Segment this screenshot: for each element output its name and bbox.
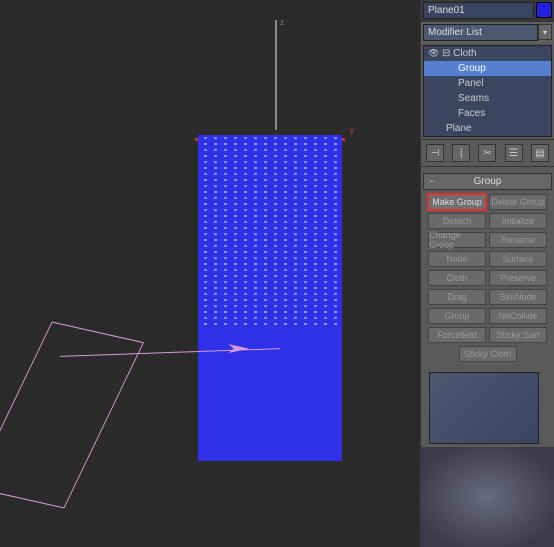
- stack-label: Panel: [458, 78, 484, 89]
- cloth-button[interactable]: Cloth: [428, 270, 486, 286]
- stack-item-faces[interactable]: Faces: [424, 106, 551, 121]
- stack-item-seams[interactable]: Seams: [424, 91, 551, 106]
- stack-label: Group: [458, 63, 486, 74]
- stack-label: Faces: [458, 108, 485, 119]
- stack-item-group[interactable]: Group: [424, 61, 551, 76]
- make-unique-button[interactable]: ✂: [478, 144, 496, 162]
- eye-icon[interactable]: 👁: [428, 48, 439, 59]
- remove-modifier-button[interactable]: ☰: [505, 144, 523, 162]
- stack-label: Cloth: [453, 48, 476, 59]
- forcefield-button[interactable]: Forcefield: [428, 327, 486, 343]
- axis-line-z: [275, 20, 277, 130]
- configure-sets-button[interactable]: ▤: [531, 144, 549, 162]
- detach-button[interactable]: Detach: [428, 213, 486, 229]
- stack-item-plane[interactable]: Plane: [424, 121, 551, 136]
- group-buttons: Make Group Delete Group Detach Initializ…: [423, 190, 552, 366]
- modifier-list-row: Modifier List ▾: [421, 21, 554, 43]
- group-button[interactable]: Group: [428, 308, 486, 324]
- object-color-swatch[interactable]: [536, 2, 552, 18]
- group-rollout: - Group Make Group Delete Group Detach I…: [423, 173, 552, 450]
- stack-toolbar: ⊣ ∣ ✂ ☰ ▤: [421, 139, 554, 167]
- cloth-mesh[interactable]: // rows generated below after data bindi…: [198, 135, 342, 461]
- axis-label-z: z: [280, 18, 284, 27]
- sticky-cloth-button[interactable]: Sticky Cloth: [459, 346, 517, 362]
- material-preview: [429, 372, 539, 444]
- object-name-row: Plane01: [421, 0, 554, 21]
- stack-label: Seams: [458, 93, 489, 104]
- simnode-button[interactable]: SimNode: [489, 289, 547, 305]
- edge-vertices: [195, 128, 353, 134]
- rename-button[interactable]: Rename: [489, 232, 547, 248]
- show-end-result-button[interactable]: ∣: [452, 144, 470, 162]
- change-group-button[interactable]: Change Group: [428, 232, 486, 248]
- dropdown-arrow-icon[interactable]: ▾: [538, 24, 552, 40]
- stack-item-panel[interactable]: Panel: [424, 76, 551, 91]
- viewport[interactable]: z y // rows generated below after data b…: [0, 0, 420, 547]
- stack-item-cloth[interactable]: 👁 ⊟ Cloth: [424, 46, 551, 61]
- panel-bottom-gradient: [420, 447, 554, 547]
- plane-wireframe[interactable]: [0, 321, 144, 508]
- drag-button[interactable]: Drag: [428, 289, 486, 305]
- modifier-list-dropdown[interactable]: Modifier List: [423, 24, 538, 41]
- preserve-button[interactable]: Preserve: [489, 270, 547, 286]
- object-name-field[interactable]: Plane01: [423, 2, 534, 19]
- stack-label: Plane: [446, 123, 472, 134]
- make-group-button[interactable]: Make Group: [428, 194, 486, 210]
- initialize-button[interactable]: Initialize: [489, 213, 547, 229]
- sticky-surf-button[interactable]: Sticky Surf: [489, 327, 547, 343]
- collapse-icon[interactable]: -: [430, 176, 433, 187]
- rollout-title: Group: [474, 176, 502, 187]
- surface-button[interactable]: Surface: [489, 251, 547, 267]
- nocollide-button[interactable]: NoCollide: [489, 308, 547, 324]
- pin-stack-button[interactable]: ⊣: [426, 144, 444, 162]
- arrow-icon: ➤: [225, 340, 251, 357]
- delete-group-button[interactable]: Delete Group: [489, 194, 547, 210]
- node-button[interactable]: Node: [428, 251, 486, 267]
- modifier-stack[interactable]: 👁 ⊟ Cloth Group Panel Seams Faces Plane: [423, 45, 552, 137]
- rollout-header[interactable]: - Group: [423, 173, 552, 190]
